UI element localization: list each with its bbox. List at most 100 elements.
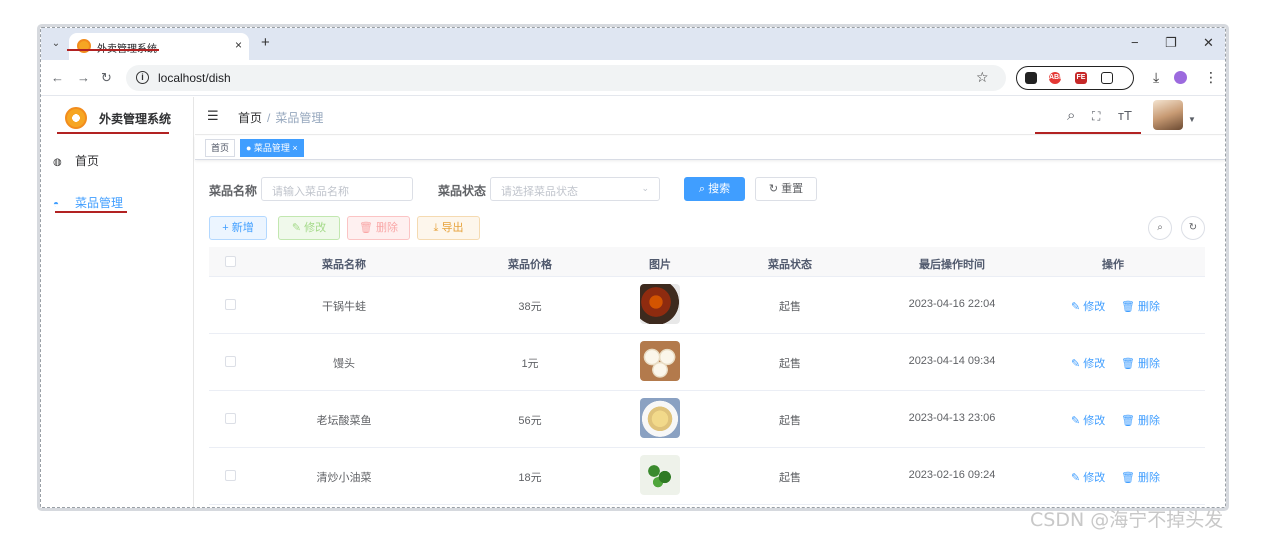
trash-icon: 🗑	[1121, 415, 1139, 427]
toggle-search-icon[interactable]: ⌕	[1148, 216, 1172, 240]
site-info-icon[interactable]: i	[136, 71, 149, 84]
address-bar: ← → ↻ i localhost/dish ☆ ABP FE ⤓ ⋮	[41, 60, 1225, 96]
row-delete-link[interactable]: 🗑 删除	[1121, 412, 1160, 428]
avatar[interactable]	[1153, 100, 1183, 130]
row-checkbox[interactable]	[225, 470, 236, 481]
refresh-table-icon[interactable]: ↻	[1181, 216, 1205, 240]
dish-price-cell: 18元	[518, 472, 542, 484]
table-header: 菜品名称 菜品价格 图片 菜品状态 最后操作时间 操作	[209, 247, 1205, 277]
sidebar-item-label: 首页	[75, 154, 100, 168]
search-button-label: 搜索	[708, 183, 731, 195]
dish-price-cell: 56元	[518, 415, 542, 427]
refresh-icon: ↻	[768, 183, 782, 195]
row-delete-link[interactable]: 🗑 删除	[1121, 355, 1160, 371]
forward-icon[interactable]: →	[77, 70, 90, 85]
column-header: 图片	[649, 259, 671, 271]
edit-icon: ✎	[291, 222, 305, 234]
breadcrumb-separator: /	[267, 111, 271, 125]
dish-image[interactable]	[640, 284, 680, 324]
extensions-group: ABP FE	[1016, 66, 1134, 90]
app-title: 外卖管理系统	[99, 112, 172, 126]
search-icon[interactable]: ⌕	[1067, 107, 1075, 124]
reset-button-label: 重置	[781, 183, 804, 195]
dish-image[interactable]	[640, 398, 680, 438]
tab-search-icon[interactable]: ⌄	[49, 37, 63, 51]
search-icon: ⌕	[698, 183, 709, 195]
row-checkbox[interactable]	[225, 299, 236, 310]
breadcrumb-home[interactable]: 首页	[238, 111, 262, 125]
edit-icon: ✎	[1071, 358, 1084, 370]
more-menu-icon[interactable]: ⋮	[1204, 69, 1218, 86]
sidebar-item-label: 菜品管理	[75, 196, 124, 210]
sidebar-item-dish[interactable]: ◓ 菜品管理	[53, 194, 123, 211]
add-button[interactable]: + 新增	[209, 216, 267, 240]
dish-name-input[interactable]: 请输入菜品名称	[261, 177, 413, 201]
delete-button[interactable]: 🗑 删除	[347, 216, 410, 240]
plus-icon: +	[222, 222, 232, 234]
search-button[interactable]: ⌕ 搜索	[684, 177, 745, 201]
row-checkbox[interactable]	[225, 356, 236, 367]
reload-icon[interactable]: ↻	[101, 70, 112, 86]
dish-name-cell: 干锅牛蛙	[322, 301, 366, 313]
export-button[interactable]: ⤓ 导出	[417, 216, 480, 240]
row-checkbox[interactable]	[225, 413, 236, 424]
reset-button[interactable]: ↻ 重置	[755, 177, 817, 201]
column-header: 操作	[1102, 259, 1124, 271]
dashboard-icon: ◍	[53, 157, 62, 168]
sidebar-item-home[interactable]: ◍ 首页	[53, 152, 99, 169]
dish-image[interactable]	[640, 341, 680, 381]
tag-home[interactable]: 首页	[205, 139, 236, 157]
minimize-icon[interactable]: −	[1131, 35, 1139, 50]
download-icon[interactable]: ⤓	[1153, 69, 1159, 86]
dish-name-cell: 馒头	[333, 358, 355, 370]
window-close-icon[interactable]: ✕	[1203, 35, 1214, 51]
row-edit-label: 修改	[1083, 472, 1106, 484]
dish-time-cell: 2023-02-16 09:24	[908, 469, 996, 481]
breadcrumb: 首页 / 菜品管理	[238, 109, 323, 126]
browser-tab[interactable]: 外卖管理系统 ×	[69, 33, 249, 60]
row-edit-link[interactable]: ✎ 修改	[1071, 298, 1105, 314]
fullscreen-icon[interactable]: ⛶	[1092, 109, 1100, 124]
extension-icon[interactable]	[1025, 72, 1037, 84]
edit-button[interactable]: ✎ 修改	[278, 216, 340, 240]
new-tab-button[interactable]: +	[261, 34, 270, 51]
puzzle-icon[interactable]	[1101, 72, 1113, 84]
table-row: 老坛酸菜鱼 56元 起售 2023-04-13 23:06 ✎ 修改 🗑 删除	[209, 391, 1205, 448]
back-icon[interactable]: ←	[51, 70, 64, 85]
dish-status-select[interactable]: 请选择菜品状态 ⌄	[490, 177, 660, 201]
row-delete-link[interactable]: 🗑 删除	[1121, 298, 1160, 314]
column-header: 菜品状态	[768, 259, 812, 271]
column-header: 菜品价格	[508, 259, 552, 271]
app-logo-icon	[65, 107, 87, 129]
row-edit-label: 修改	[1083, 415, 1106, 427]
row-delete-link[interactable]: 🗑 删除	[1121, 469, 1160, 485]
tab-close-icon[interactable]: ×	[235, 38, 242, 52]
row-edit-label: 修改	[1083, 358, 1106, 370]
url-field[interactable]: i localhost/dish	[126, 65, 1006, 91]
caret-down-icon[interactable]: ▼	[1188, 115, 1196, 124]
hamburger-icon[interactable]: ☰	[207, 108, 219, 124]
browser-window: ⌄ 外卖管理系统 × + − ❐ ✕ ← → ↻ i localhost/dis…	[40, 27, 1226, 508]
navbar-annotation	[1035, 132, 1141, 134]
profile-icon[interactable]	[1174, 71, 1187, 84]
row-edit-link[interactable]: ✎ 修改	[1071, 355, 1105, 371]
tag-dish-active[interactable]: ● 菜品管理 ×	[240, 139, 304, 157]
column-header: 最后操作时间	[919, 259, 985, 271]
adblock-icon[interactable]: ABP	[1049, 72, 1064, 84]
edit-icon: ✎	[1071, 415, 1084, 427]
row-edit-link[interactable]: ✎ 修改	[1071, 469, 1105, 485]
trash-icon: 🗑	[1121, 301, 1139, 313]
dish-image[interactable]	[640, 455, 680, 495]
font-size-icon[interactable]: тT	[1118, 108, 1132, 123]
column-header: 菜品名称	[322, 259, 366, 271]
url-text: localhost/dish	[158, 71, 231, 85]
trash-icon: 🗑	[1121, 472, 1139, 484]
fe-helper-icon[interactable]: FE	[1075, 72, 1087, 84]
select-all-checkbox[interactable]	[225, 256, 236, 267]
tags-view: 首页 ● 菜品管理 ×	[195, 136, 1225, 160]
dish-status-cell: 起售	[779, 472, 801, 484]
bookmark-star-icon[interactable]: ☆	[976, 69, 989, 86]
row-edit-link[interactable]: ✎ 修改	[1071, 412, 1105, 428]
maximize-icon[interactable]: ❐	[1165, 35, 1177, 51]
row-delete-label: 删除	[1138, 472, 1161, 484]
